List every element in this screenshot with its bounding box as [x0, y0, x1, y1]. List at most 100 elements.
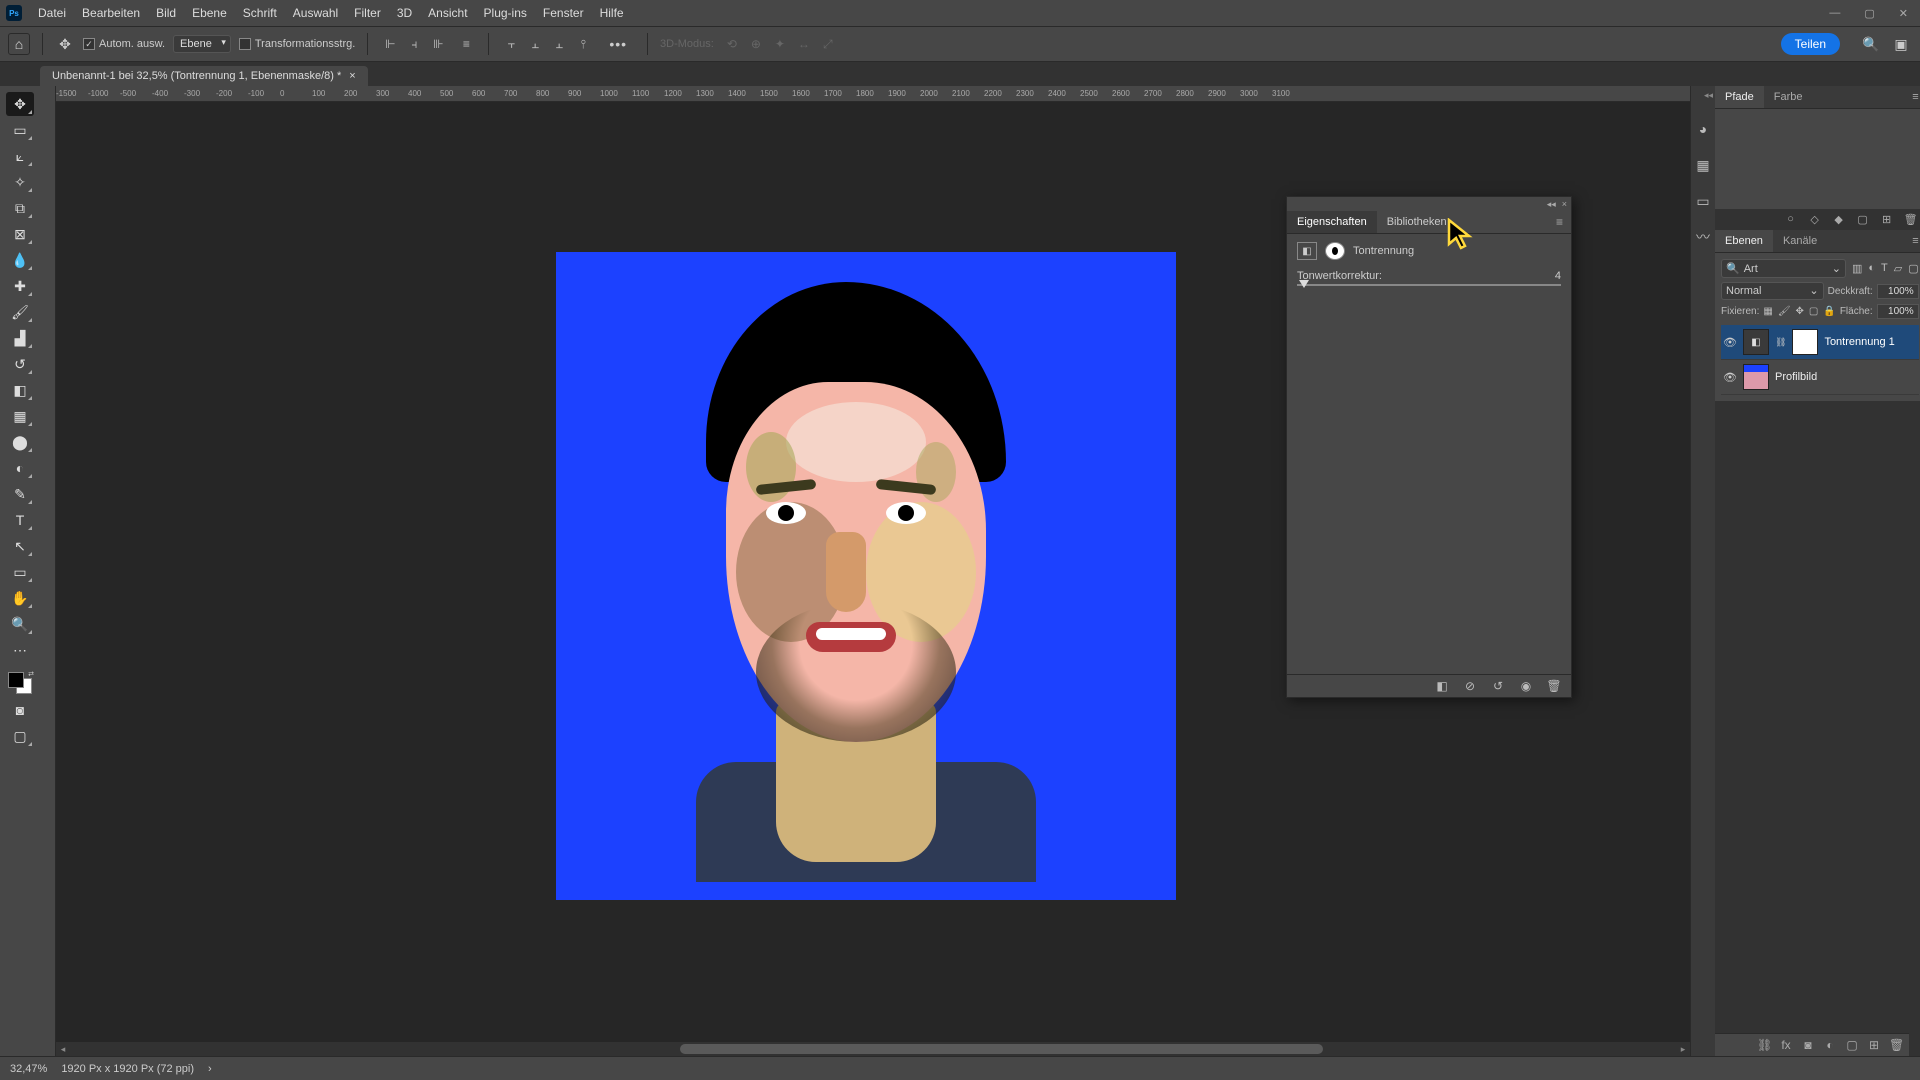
menu-ebene[interactable]: Ebene [184, 2, 235, 24]
layer-dropdown[interactable]: Ebene [173, 35, 231, 53]
new-group-icon[interactable]: ▢ [1845, 1038, 1859, 1052]
marquee-tool[interactable]: ▭ [6, 118, 34, 142]
opacity-value[interactable]: 100% [1877, 284, 1919, 299]
crop-tool[interactable]: ⧉ [6, 196, 34, 220]
dodge-tool[interactable]: ◐ [6, 456, 34, 480]
character-panel-icon[interactable]: ▭ [1691, 189, 1715, 213]
layer-item-tontrennung[interactable]: 👁 ◧ ⛓ Tontrennung 1 [1721, 325, 1919, 360]
layers-panel-menu-icon[interactable]: ≡ [1906, 235, 1920, 247]
swatches-panel-icon[interactable]: ▦ [1691, 153, 1715, 177]
menu-auswahl[interactable]: Auswahl [285, 2, 346, 24]
paths-panel-menu-icon[interactable]: ≡ [1906, 91, 1920, 103]
blend-mode-dropdown[interactable]: Normal [1721, 282, 1824, 300]
foreground-color-swatch[interactable] [8, 672, 24, 688]
align-vcenter-icon[interactable]: ⫠ [525, 34, 545, 54]
pen-tool[interactable]: ✎ [6, 482, 34, 506]
menu-fenster[interactable]: Fenster [535, 2, 592, 24]
menu-bild[interactable]: Bild [148, 2, 184, 24]
lock-all-icon[interactable]: 🔒 [1823, 306, 1835, 317]
tab-kanaele[interactable]: Kanäle [1773, 230, 1827, 252]
layer-filter-dropdown[interactable]: 🔍 Art ⌄ [1721, 259, 1846, 278]
filter-adjust-icon[interactable]: ◐ [1868, 262, 1875, 275]
lasso-tool[interactable]: ⟀ [6, 144, 34, 168]
stamp-tool[interactable]: ▟ [6, 326, 34, 350]
lock-pixels-icon[interactable]: 🖌 [1778, 306, 1791, 317]
blur-tool[interactable]: ⬤ [6, 430, 34, 454]
tab-pfade[interactable]: Pfade [1715, 86, 1764, 108]
color-swatches[interactable]: ⇄ [6, 670, 34, 696]
document-tab[interactable]: Unbenannt-1 bei 32,5% (Tontrennung 1, Eb… [40, 66, 368, 86]
new-layer-icon[interactable]: ⊞ [1867, 1038, 1881, 1052]
auto-select-checkbox[interactable]: ✓ Autom. ausw. [83, 38, 165, 50]
lock-transparent-icon[interactable]: ▦ [1763, 306, 1772, 317]
link-layers-icon[interactable]: ⛓ [1757, 1038, 1771, 1052]
delete-path-icon[interactable]: 🗑 [1903, 213, 1919, 226]
distribute-v-icon[interactable]: ⫯ [573, 34, 593, 54]
new-path-icon[interactable]: ⊞ [1879, 213, 1895, 226]
layer-name[interactable]: Profilbild [1775, 371, 1817, 383]
delete-adjustment-icon[interactable]: 🗑 [1545, 679, 1563, 693]
workspace-icon[interactable]: ▣ [1890, 33, 1912, 55]
scroll-left-icon[interactable]: ◂ [56, 1044, 70, 1055]
layer-name[interactable]: Tontrennung 1 [1824, 336, 1894, 348]
align-bottom-icon[interactable]: ⫠ [549, 34, 569, 54]
paragraph-panel-icon[interactable]: 〰 [1691, 225, 1715, 249]
move-tool[interactable]: ✥ [6, 92, 34, 116]
delete-layer-icon[interactable]: 🗑 [1889, 1038, 1903, 1052]
lock-artboard-icon[interactable]: ▢ [1809, 306, 1818, 317]
tab-farbe[interactable]: Farbe [1764, 86, 1813, 108]
gradient-tool[interactable]: ▦ [6, 404, 34, 428]
clip-to-layer-icon[interactable]: ◧ [1433, 679, 1451, 693]
tab-eigenschaften[interactable]: Eigenschaften [1287, 211, 1377, 233]
hand-tool[interactable]: ✋ [6, 586, 34, 610]
menu-filter[interactable]: Filter [346, 2, 389, 24]
search-icon[interactable]: 🔍 [1860, 33, 1882, 55]
panel-collapse-icon[interactable]: ◂◂ [1547, 199, 1556, 210]
menu-hilfe[interactable]: Hilfe [592, 2, 632, 24]
menu-ansicht[interactable]: Ansicht [420, 2, 475, 24]
zoom-tool[interactable]: 🔍 [6, 612, 34, 636]
wand-tool[interactable]: ✧ [6, 170, 34, 194]
reset-icon[interactable]: ↺ [1489, 679, 1507, 693]
transform-controls-checkbox[interactable]: Transformationsstrg. [239, 38, 355, 50]
mask-path-icon[interactable]: ▢ [1855, 213, 1871, 226]
panel-header[interactable]: ◂◂ × [1287, 197, 1571, 211]
scroll-right-icon[interactable]: ▸ [1676, 1044, 1690, 1055]
share-button[interactable]: Teilen [1781, 33, 1840, 55]
eyedropper-tool[interactable]: 💧 [6, 248, 34, 272]
layer-item-profilbild[interactable]: 👁 Profilbild [1721, 360, 1919, 395]
fill-value[interactable]: 100% [1877, 304, 1919, 319]
menu-bearbeiten[interactable]: Bearbeiten [74, 2, 148, 24]
panel-close-icon[interactable]: × [1562, 199, 1567, 209]
zoom-level[interactable]: 32,47% [10, 1063, 47, 1075]
home-button[interactable]: ⌂ [8, 33, 30, 55]
scrollbar-thumb[interactable] [680, 1044, 1322, 1054]
add-mask-icon[interactable]: ◙ [1801, 1038, 1815, 1052]
tab-ebenen[interactable]: Ebenen [1715, 230, 1773, 252]
stroke-path-icon[interactable]: ◇ [1807, 213, 1823, 226]
lock-position-icon[interactable]: ✥ [1796, 306, 1804, 317]
status-arrow-icon[interactable]: › [208, 1063, 212, 1075]
horizontal-scrollbar[interactable]: ◂ ▸ [56, 1042, 1690, 1056]
filter-shape-icon[interactable]: ▱ [1894, 262, 1902, 275]
levels-slider[interactable] [1297, 284, 1561, 286]
maximize-button[interactable]: ▢ [1858, 3, 1880, 24]
screenmode-tool[interactable]: ▢ [6, 724, 34, 748]
more-options-icon[interactable]: ••• [601, 36, 635, 52]
visibility-toggle-icon[interactable]: 👁 [1723, 371, 1737, 384]
brush-tool[interactable]: 🖌 [6, 300, 34, 324]
mask-link-icon[interactable]: ⛓ [1775, 337, 1786, 348]
layer-mask-icon[interactable] [1325, 242, 1345, 260]
selection-path-icon[interactable]: ◆ [1831, 213, 1847, 226]
properties-panel[interactable]: ◂◂ × Eigenschaften Bibliotheken ≡ ◧ Tont… [1286, 196, 1572, 698]
visibility-toggle-icon[interactable]: 👁 [1723, 336, 1737, 349]
healing-tool[interactable]: ✚ [6, 274, 34, 298]
toggle-visibility-icon[interactable]: ◉ [1517, 679, 1535, 693]
swap-colors-icon[interactable]: ⇄ [28, 670, 34, 678]
align-top-icon[interactable]: ⫟ [501, 34, 521, 54]
distribute-icon[interactable]: ≡ [456, 34, 476, 54]
slider-value[interactable]: 4 [1555, 270, 1561, 282]
align-left-icon[interactable]: ⊩ [380, 34, 400, 54]
slider-knob-icon[interactable] [1299, 280, 1309, 288]
filter-pixel-icon[interactable]: ▥ [1852, 262, 1862, 275]
